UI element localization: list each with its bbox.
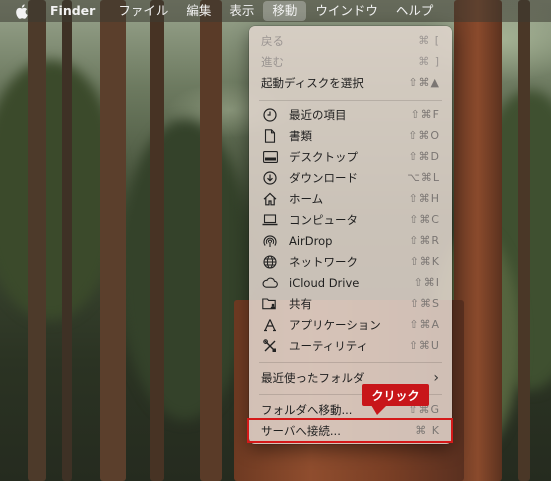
shared-folder-icon: [262, 296, 278, 312]
document-icon: [262, 128, 278, 144]
menu-item-applications[interactable]: アプリケーション ⇧⌘A: [249, 314, 452, 335]
menu-item-shortcut: ⇧⌘▲: [408, 76, 440, 89]
utilities-icon: [262, 338, 278, 354]
menu-item-label: コンピュータ: [289, 212, 358, 227]
menu-item-home[interactable]: ホーム ⇧⌘H: [249, 188, 452, 209]
menu-item-shortcut: ⇧⌘S: [409, 297, 440, 310]
menubar-go[interactable]: 移動: [263, 1, 307, 21]
menu-item-shortcut: ⇧⌘O: [408, 129, 440, 142]
globe-icon: [262, 254, 278, 270]
menu-item-shared[interactable]: 共有 ⇧⌘S: [249, 293, 452, 314]
download-icon: [262, 170, 278, 186]
menu-item-label: ユーティリティ: [289, 338, 369, 353]
applications-icon: [262, 317, 278, 333]
airdrop-icon: [262, 233, 278, 249]
callout-tail: [371, 405, 387, 415]
menu-item-shortcut: ⇧⌘A: [409, 318, 440, 331]
menu-item-label: フォルダへ移動...: [261, 402, 353, 417]
menu-item-startup-disk[interactable]: 起動ディスクを選択 ⇧⌘▲: [249, 72, 452, 93]
menu-item-desktop[interactable]: デスクトップ ⇧⌘D: [249, 146, 452, 167]
menubar-edit[interactable]: 編集: [177, 0, 220, 22]
menu-item-shortcut: ⌥⌘L: [407, 171, 440, 184]
menu-item-downloads[interactable]: ダウンロード ⌥⌘L: [249, 167, 452, 188]
menu-item-label: 最近使ったフォルダ: [261, 370, 365, 385]
menubar-help[interactable]: ヘルプ: [387, 0, 443, 22]
menu-item-shortcut: ⌘ ]: [418, 55, 440, 68]
menu-item-label: iCloud Drive: [289, 275, 360, 290]
menu-item-shortcut: ⇧⌘D: [408, 150, 440, 163]
menu-item-label: 最近の項目: [289, 107, 347, 122]
menu-item-shortcut: ⇧⌘I: [413, 276, 440, 289]
menu-item-icloud-drive[interactable]: iCloud Drive ⇧⌘I: [249, 272, 452, 293]
submenu-arrow-icon: ›: [433, 369, 440, 386]
menu-bar: Finder ファイル 編集 表示 移動 ウインドウ ヘルプ: [0, 0, 551, 22]
menu-item-documents[interactable]: 書類 ⇧⌘O: [249, 125, 452, 146]
menu-item-back[interactable]: 戻る ⌘ [: [249, 30, 452, 51]
home-icon: [262, 191, 278, 207]
menu-item-label: 起動ディスクを選択: [261, 75, 364, 90]
menu-item-label: デスクトップ: [289, 149, 358, 164]
menubar-app-finder[interactable]: Finder: [46, 0, 109, 22]
menu-item-label: アプリケーション: [289, 317, 381, 332]
menu-item-forward[interactable]: 進む ⌘ ]: [249, 51, 452, 72]
menu-item-label: 進む: [261, 54, 284, 69]
go-menu-dropdown: 戻る ⌘ [ 進む ⌘ ] 起動ディスクを選択 ⇧⌘▲ 最近の項目 ⇧⌘F 書類…: [249, 26, 452, 444]
menu-item-label: 書類: [289, 128, 312, 143]
menu-item-shortcut: ⇧⌘U: [408, 339, 440, 352]
laptop-icon: [262, 212, 278, 228]
menu-item-network[interactable]: ネットワーク ⇧⌘K: [249, 251, 452, 272]
menu-item-label: ダウンロード: [289, 170, 358, 185]
menu-item-computer[interactable]: コンピュータ ⇧⌘C: [249, 209, 452, 230]
menu-item-label: ネットワーク: [289, 254, 358, 269]
menu-item-utilities[interactable]: ユーティリティ ⇧⌘U: [249, 335, 452, 356]
highlight-box-connect-to-server: [247, 418, 453, 443]
menu-item-shortcut: ⇧⌘R: [409, 234, 440, 247]
desktop-icon: [262, 149, 278, 165]
menu-item-airdrop[interactable]: AirDrop ⇧⌘R: [249, 230, 452, 251]
menu-item-shortcut: ⌘ [: [418, 34, 440, 47]
menu-item-label: AirDrop: [289, 233, 333, 248]
menubar-file[interactable]: ファイル: [109, 0, 177, 22]
apple-logo-icon[interactable]: [14, 3, 28, 19]
menu-item-label: 戻る: [261, 33, 284, 48]
menu-item-shortcut: ⇧⌘K: [409, 255, 440, 268]
menu-item-label: ホーム: [289, 191, 324, 206]
menu-item-recents[interactable]: 最近の項目 ⇧⌘F: [249, 104, 452, 125]
menu-separator: [259, 362, 442, 363]
callout-click-label: クリック: [362, 384, 429, 406]
menubar-window[interactable]: ウインドウ: [306, 0, 387, 22]
menu-item-shortcut: ⇧⌘F: [410, 108, 440, 121]
cloud-icon: [262, 275, 278, 291]
menubar-view[interactable]: 表示: [220, 0, 263, 22]
menu-item-label: 共有: [289, 296, 312, 311]
menu-separator: [259, 100, 442, 101]
clock-icon: [262, 107, 278, 123]
menu-item-shortcut: ⇧⌘C: [409, 213, 440, 226]
menu-item-shortcut: ⇧⌘H: [408, 192, 440, 205]
